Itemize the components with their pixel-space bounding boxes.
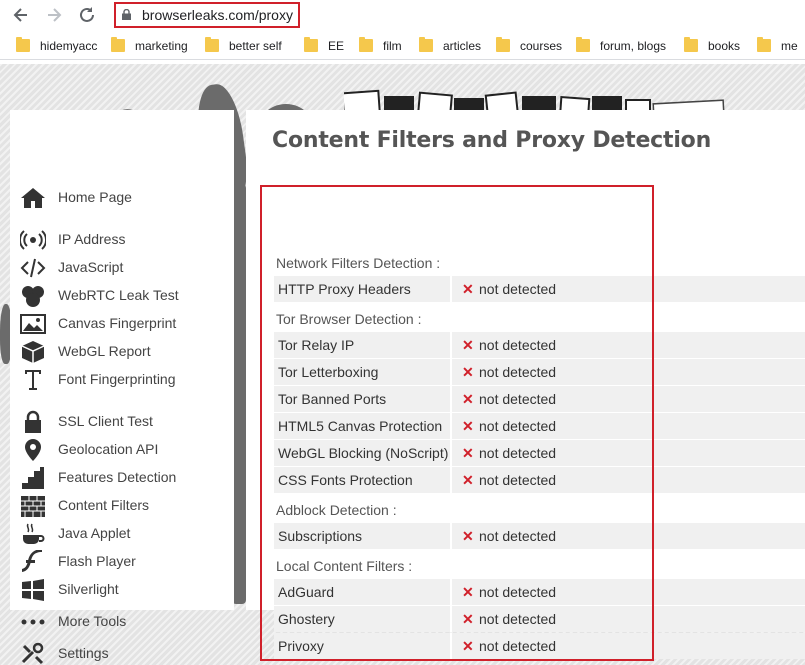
folder-icon <box>496 37 510 52</box>
forward-arrow-icon[interactable] <box>43 4 65 26</box>
tools-icon <box>21 642 44 665</box>
sidebar-item-settings[interactable]: Settings <box>10 641 234 665</box>
webrtc-icon <box>22 286 44 307</box>
brick-wall-icon <box>21 496 45 517</box>
sidebar-item-javascript[interactable]: JavaScript <box>10 255 234 281</box>
image-icon <box>20 314 46 334</box>
folder-icon <box>419 37 433 52</box>
stairs-icon <box>22 467 44 489</box>
folder-icon <box>359 37 373 52</box>
decor-shape <box>232 184 246 604</box>
sidebar-item-ip-address[interactable]: IP Address <box>10 227 234 253</box>
cube-icon <box>21 341 45 363</box>
sidebar-item-content-filters[interactable]: Content Filters <box>10 493 234 519</box>
lock-icon <box>122 9 131 20</box>
address-url: browserleaks.com/proxy <box>142 7 293 23</box>
sidebar-item-java[interactable]: Java Applet <box>10 521 234 547</box>
map-pin-icon <box>25 439 41 461</box>
sidebar-item-home[interactable]: Home Page <box>10 185 234 211</box>
sidebar-item-webrtc[interactable]: WebRTC Leak Test <box>10 283 234 309</box>
page-title: Content Filters and Proxy Detection <box>272 128 712 153</box>
home-icon <box>21 188 45 208</box>
sidebar-item-fonts[interactable]: Font Fingerprinting <box>10 367 234 393</box>
highlight-box <box>260 185 654 661</box>
coffee-icon <box>23 523 45 544</box>
more-dots-icon <box>21 619 45 625</box>
folder-icon <box>205 37 219 52</box>
folder-icon <box>304 37 318 52</box>
reload-icon[interactable] <box>76 4 98 26</box>
broadcast-icon <box>20 230 46 250</box>
sidebar-item-webgl[interactable]: WebGL Report <box>10 339 234 365</box>
flash-icon <box>22 550 42 572</box>
back-arrow-icon[interactable] <box>10 4 32 26</box>
folder-icon <box>576 37 590 52</box>
sidebar-item-more-tools[interactable]: More Tools <box>10 609 234 635</box>
folder-icon <box>16 37 30 52</box>
sidebar-item-flash[interactable]: Flash Player <box>10 549 234 575</box>
folder-icon <box>111 37 125 52</box>
sidebar-item-geolocation[interactable]: Geolocation API <box>10 437 234 463</box>
sidebar-item-canvas[interactable]: Canvas Fingerprint <box>10 311 234 337</box>
bookmarks-bar: hidemyacc marketing better self EE film … <box>0 32 805 60</box>
text-cursor-icon <box>25 370 41 390</box>
browser-toolbar: browserleaks.com/proxy <box>0 0 805 30</box>
address-bar[interactable]: browserleaks.com/proxy <box>114 2 300 28</box>
sidebar-item-silverlight[interactable]: Silverlight <box>10 577 234 603</box>
folder-icon <box>684 37 698 52</box>
lock-icon <box>25 410 41 433</box>
code-icon <box>20 258 46 278</box>
sidebar-item-ssl[interactable]: SSL Client Test <box>10 409 234 435</box>
sidebar-item-features[interactable]: Features Detection <box>10 465 234 491</box>
windows-icon <box>22 579 44 601</box>
sidebar-nav: Home Page IP Address JavaScript WebRTC L… <box>10 110 234 665</box>
folder-icon <box>757 37 771 52</box>
